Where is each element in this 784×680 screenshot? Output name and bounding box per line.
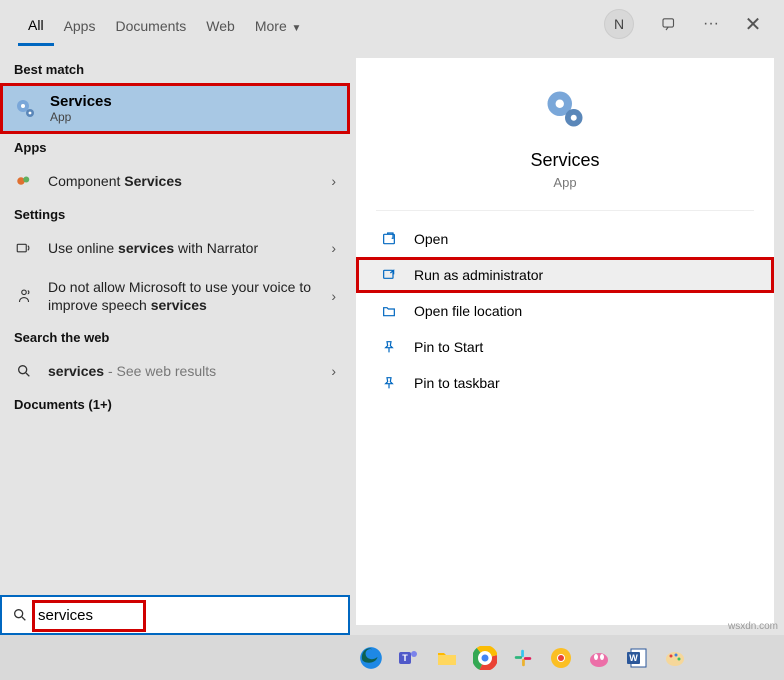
tab-more[interactable]: More ▼ — [245, 4, 312, 44]
feedback-icon[interactable] — [654, 9, 684, 39]
open-icon — [380, 230, 398, 248]
best-match-title: Services — [50, 93, 112, 110]
taskbar-word[interactable]: W — [621, 642, 653, 674]
pin-icon — [380, 338, 398, 356]
taskbar-app-pink[interactable] — [583, 642, 615, 674]
shield-icon — [380, 266, 398, 284]
best-match-sub: App — [50, 110, 112, 124]
section-web: Search the web — [0, 324, 350, 351]
folder-icon — [380, 302, 398, 320]
best-match-item[interactable]: Services App — [0, 83, 350, 134]
watermark: wsxdn.com — [728, 621, 778, 632]
taskbar-slack[interactable] — [507, 642, 539, 674]
svg-text:T: T — [402, 653, 408, 663]
tab-web[interactable]: Web — [196, 4, 245, 44]
setting-label: Do not allow Microsoft to use your voice… — [48, 278, 331, 314]
taskbar-paint[interactable] — [659, 642, 691, 674]
web-label: services - See web results — [48, 362, 331, 380]
tab-apps[interactable]: Apps — [54, 4, 106, 44]
user-avatar[interactable]: N — [604, 9, 634, 39]
app-label: Component Services — [48, 172, 331, 190]
taskbar: T W — [0, 635, 784, 680]
action-pin-start[interactable]: Pin to Start — [356, 329, 774, 365]
taskbar-edge[interactable] — [355, 642, 387, 674]
search-icon — [14, 361, 34, 381]
action-open[interactable]: Open — [356, 221, 774, 257]
setting-label: Use online services with Narrator — [48, 239, 331, 257]
setting-narrator[interactable]: Use online services with Narrator › — [0, 228, 350, 268]
speech-icon — [14, 286, 34, 306]
chevron-right-icon: › — [331, 240, 336, 256]
pin-icon — [380, 374, 398, 392]
close-button[interactable]: ✕ — [738, 9, 768, 39]
search-icon — [2, 607, 38, 623]
tab-all[interactable]: All — [18, 3, 54, 46]
section-apps: Apps — [0, 134, 350, 161]
services-app-icon — [14, 97, 38, 121]
action-run-admin[interactable]: Run as administrator — [356, 257, 774, 293]
app-component-services[interactable]: Component Services › — [0, 161, 350, 201]
chevron-down-icon: ▼ — [289, 23, 302, 34]
chevron-right-icon: › — [331, 363, 336, 379]
action-pin-taskbar[interactable]: Pin to taskbar — [356, 365, 774, 401]
setting-speech[interactable]: Do not allow Microsoft to use your voice… — [0, 268, 350, 324]
taskbar-chrome[interactable] — [469, 642, 501, 674]
action-open-location[interactable]: Open file location — [356, 293, 774, 329]
taskbar-teams[interactable]: T — [393, 642, 425, 674]
taskbar-chrome-canary[interactable] — [545, 642, 577, 674]
section-settings: Settings — [0, 201, 350, 228]
more-options[interactable]: ··· — [696, 9, 726, 39]
taskbar-explorer[interactable] — [431, 642, 463, 674]
component-services-icon — [14, 171, 34, 191]
search-input[interactable] — [38, 597, 348, 633]
detail-sub: App — [553, 175, 576, 190]
tab-bar: All Apps Documents Web More ▼ N ··· ✕ — [0, 0, 784, 48]
search-box[interactable] — [0, 595, 350, 635]
svg-text:W: W — [629, 653, 638, 663]
detail-pane: Services App Open Run as administrator O… — [356, 58, 774, 625]
chevron-right-icon: › — [331, 288, 336, 304]
chevron-right-icon: › — [331, 173, 336, 189]
services-large-icon — [544, 88, 586, 130]
detail-title: Services — [530, 150, 599, 171]
tab-documents[interactable]: Documents — [105, 4, 196, 44]
section-documents: Documents (1+) — [0, 391, 350, 418]
results-pane: Best match Services App Apps Component S… — [0, 48, 350, 635]
section-best-match: Best match — [0, 56, 350, 83]
narrator-icon — [14, 238, 34, 258]
web-result[interactable]: services - See web results › — [0, 351, 350, 391]
